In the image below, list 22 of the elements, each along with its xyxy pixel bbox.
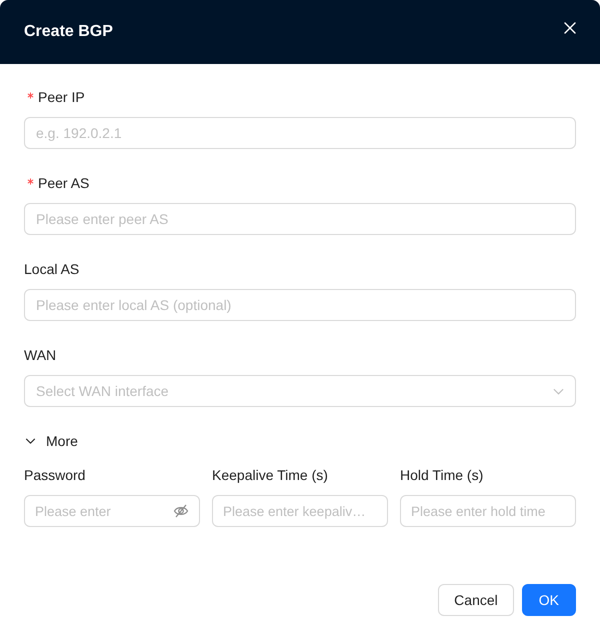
field-label: Local AS: [24, 260, 80, 279]
cancel-button[interactable]: Cancel: [438, 584, 514, 616]
field-label: Password: [24, 466, 86, 485]
dialog-title: Create BGP: [24, 22, 113, 42]
input-field[interactable]: Please enter keepaliv…: [212, 495, 388, 527]
input-field[interactable]: Please enter peer AS: [24, 203, 576, 235]
chevron-down-icon: [25, 438, 36, 444]
more-toggle[interactable]: More: [24, 430, 78, 452]
field-label: Hold Time (s): [400, 466, 484, 485]
field-label: WAN: [24, 346, 56, 365]
field-label: Keepalive Time (s): [212, 466, 328, 485]
field-label: Peer IP: [38, 88, 85, 107]
input-field[interactable]: e.g. 192.0.2.1: [24, 117, 576, 149]
chevron-down-icon: [553, 388, 564, 394]
field-label: Peer AS: [38, 174, 90, 193]
close-icon: [564, 22, 576, 34]
close-button[interactable]: [562, 20, 578, 36]
eye-off-icon: [173, 503, 189, 519]
ok-button[interactable]: OK: [522, 584, 576, 616]
input-field[interactable]: Please enter local AS (optional): [24, 289, 576, 321]
password-field[interactable]: Please enter: [24, 495, 200, 527]
input-field[interactable]: Please enter hold time: [400, 495, 576, 527]
